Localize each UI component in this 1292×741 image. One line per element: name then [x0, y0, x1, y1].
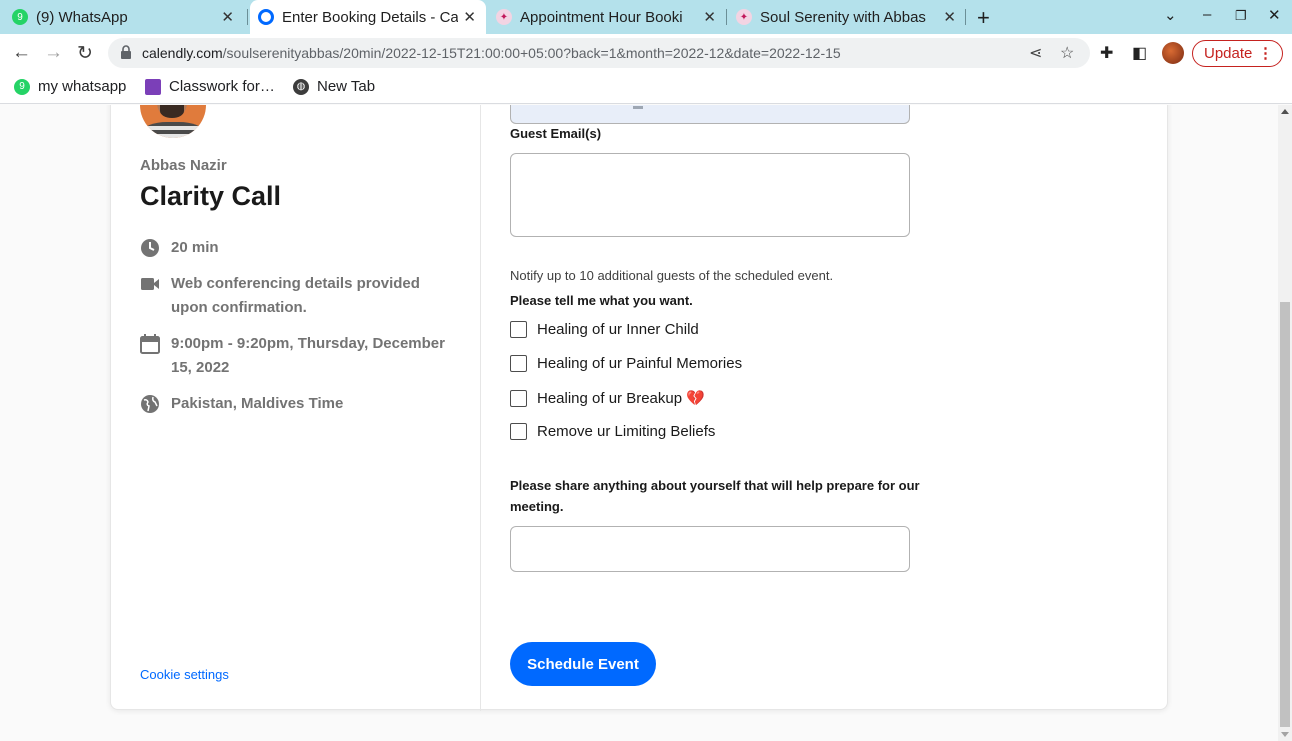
tab-appointment[interactable]: ✦ Appointment Hour Booki ✕: [496, 0, 726, 34]
url-path: /soulserenityabbas/20min/2022-12-15T21:0…: [222, 45, 841, 61]
video-camera-icon: [141, 278, 159, 290]
schedule-event-button[interactable]: Schedule Event: [510, 642, 656, 686]
bookmark-new-tab[interactable]: ◍ New Tab: [293, 78, 375, 95]
guest-note: Notify up to 10 additional guests of the…: [510, 268, 834, 283]
globe-icon: [141, 395, 159, 413]
host-name: Abbas Nazir: [140, 157, 227, 174]
cookie-settings-link[interactable]: Cookie settings: [140, 667, 229, 682]
side-panel-icon[interactable]: ◧: [1132, 43, 1147, 63]
timezone-text: Pakistan, Maldives Time: [171, 395, 344, 412]
hummingbird-icon: ✦: [496, 9, 512, 25]
scroll-down-arrow-icon[interactable]: [1281, 732, 1289, 737]
datetime-text: 9:00pm - 9:20pm, Thursday, December 15, …: [171, 335, 445, 376]
duration-row: 20 min: [140, 236, 219, 260]
tab-search-chevron-icon[interactable]: ⌄: [1164, 6, 1177, 24]
address-bar[interactable]: calendly.com/soulserenityabbas/20min/202…: [108, 38, 1090, 68]
update-button[interactable]: Update ⋮: [1192, 40, 1283, 67]
close-window-icon[interactable]: ✕: [1268, 6, 1281, 24]
host-avatar: [140, 105, 206, 138]
update-label: Update: [1204, 45, 1253, 62]
tab-strip: 9 (9) WhatsApp ✕ Enter Booking Details -…: [0, 0, 1292, 34]
checkbox[interactable]: [510, 355, 527, 372]
close-tab-icon[interactable]: ✕: [463, 8, 476, 26]
bookmark-star-icon[interactable]: ☆: [1060, 43, 1074, 63]
calendly-icon: [258, 9, 274, 25]
calendar-icon: [140, 334, 160, 354]
tab-title: Appointment Hour Booki: [520, 8, 683, 26]
url-host: calendly.com: [142, 45, 223, 61]
reload-icon[interactable]: ↻: [77, 42, 93, 65]
whatsapp-icon: 9: [14, 78, 30, 95]
bookmark-label: Classwork for…: [169, 78, 275, 95]
duration-text: 20 min: [171, 239, 219, 256]
previous-input-field[interactable]: [510, 105, 910, 124]
tab-calendly[interactable]: Enter Booking Details - Ca ✕: [250, 0, 486, 34]
guest-email-label: Guest Email(s): [510, 126, 602, 141]
whatsapp-icon: 9: [12, 9, 28, 25]
back-arrow-icon[interactable]: ←: [12, 42, 31, 64]
timezone-row: Pakistan, Maldives Time: [140, 392, 343, 416]
tab-title: Soul Serenity with Abbas: [760, 8, 926, 26]
minimize-icon[interactable]: –: [1203, 6, 1211, 23]
share-icon[interactable]: ⋖: [1029, 43, 1042, 63]
bookmark-label: New Tab: [317, 78, 376, 95]
share-textarea[interactable]: [510, 526, 910, 572]
classroom-icon: [145, 78, 161, 95]
booking-card: Abbas Nazir Clarity Call 20 min Web conf…: [110, 105, 1168, 711]
tab-whatsapp[interactable]: 9 (9) WhatsApp ✕: [12, 0, 244, 34]
close-tab-icon[interactable]: ✕: [703, 8, 716, 26]
lock-icon: [121, 45, 131, 59]
guest-email-textarea[interactable]: [510, 153, 910, 237]
new-tab-plus-icon[interactable]: +: [977, 5, 990, 31]
close-tab-icon[interactable]: ✕: [221, 8, 234, 26]
url-text: calendly.com/soulserenityabbas/20min/202…: [142, 45, 841, 61]
bookmark-classwork[interactable]: Classwork for…: [145, 78, 275, 95]
scrollbar-thumb[interactable]: [1280, 302, 1290, 727]
forward-arrow-icon[interactable]: →: [44, 42, 63, 64]
option-label: Remove ur Limiting Beliefs: [537, 423, 716, 440]
bookmark-my-whatsapp[interactable]: 9 my whatsapp: [14, 78, 126, 95]
tab-title: (9) WhatsApp: [36, 8, 128, 26]
tab-title: Enter Booking Details - Ca: [282, 8, 458, 26]
checkbox[interactable]: [510, 321, 527, 338]
share-question-label: Please share anything about yourself tha…: [510, 478, 920, 514]
page-viewport: Abbas Nazir Clarity Call 20 min Web conf…: [0, 105, 1278, 741]
profile-avatar[interactable]: [1162, 42, 1184, 64]
globe-icon: ◍: [293, 78, 309, 95]
clock-icon: [141, 239, 159, 257]
restore-icon[interactable]: ❐: [1235, 8, 1247, 24]
datetime-row: 9:00pm - 9:20pm, Thursday, December 15, …: [140, 332, 450, 380]
conferencing-text: Web conferencing details provided upon c…: [171, 275, 420, 316]
option-limiting-beliefs[interactable]: Remove ur Limiting Beliefs: [510, 423, 715, 440]
browser-toolbar: ← → ↻ calendly.com/soulserenityabbas/20m…: [0, 34, 1292, 72]
option-inner-child[interactable]: Healing of ur Inner Child: [510, 321, 699, 338]
kebab-menu-icon[interactable]: ⋮: [1258, 44, 1273, 62]
option-label: Healing of ur Painful Memories: [537, 355, 743, 372]
conferencing-row: Web conferencing details provided upon c…: [140, 272, 450, 320]
close-tab-icon[interactable]: ✕: [943, 8, 956, 26]
want-question-label: Please tell me what you want.: [510, 293, 693, 308]
scroll-up-arrow-icon[interactable]: [1281, 109, 1289, 114]
tab-separator: [247, 9, 248, 25]
hummingbird-icon: ✦: [736, 9, 752, 25]
bookmarks-bar: 9 my whatsapp Classwork for… ◍ New Tab: [0, 72, 1292, 104]
option-painful-memories[interactable]: Healing of ur Painful Memories: [510, 355, 742, 372]
page-scrollbar[interactable]: [1278, 105, 1292, 741]
option-label: Healing of ur Inner Child: [537, 321, 699, 338]
panel-divider: [480, 105, 481, 711]
extensions-puzzle-icon[interactable]: ✚: [1100, 43, 1113, 63]
event-title: Clarity Call: [140, 181, 282, 211]
tab-separator: [965, 9, 966, 25]
checkbox[interactable]: [510, 389, 527, 407]
bookmark-label: my whatsapp: [38, 78, 127, 95]
option-label: Healing of ur Breakup 💔: [537, 390, 705, 407]
checkbox[interactable]: [510, 423, 527, 440]
tab-separator: [726, 9, 727, 25]
option-breakup[interactable]: Healing of ur Breakup 💔: [510, 389, 705, 407]
tab-soul-serenity[interactable]: ✦ Soul Serenity with Abbas ✕: [736, 0, 966, 34]
